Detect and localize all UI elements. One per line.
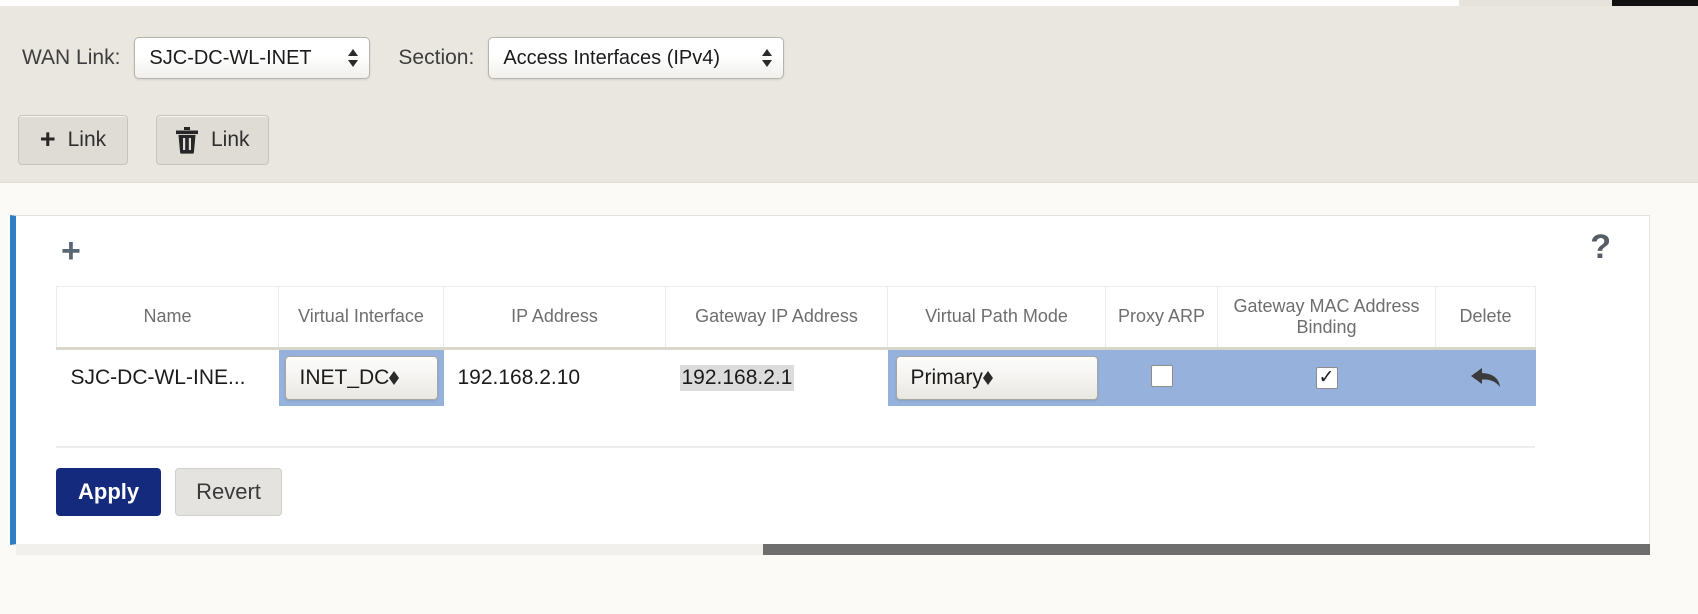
chevron-updown-icon <box>982 371 993 385</box>
bottom-band <box>0 562 1698 614</box>
selector-row: WAN Link: SJC-DC-WL-INET Section: Access… <box>0 32 1698 84</box>
section-select[interactable]: Access Interfaces (IPv4) <box>488 37 785 79</box>
cell-delete <box>1435 348 1536 406</box>
actions-divider <box>56 446 1535 448</box>
toolbar-region: WAN Link: SJC-DC-WL-INET Section: Access… <box>0 6 1698 183</box>
actions-row: Apply Revert <box>56 468 282 516</box>
gateway-mac-address-binding-checkbox[interactable]: ✓ <box>1315 366 1338 389</box>
checkmark-icon: ✓ <box>1318 366 1335 388</box>
cell-virtual-path-mode: Primary <box>887 348 1106 406</box>
column-header-gateway-ip-address[interactable]: Gateway IP Address <box>665 286 888 350</box>
help-icon[interactable]: ? <box>1590 230 1611 264</box>
chevron-updown-icon <box>761 45 772 71</box>
name-value: SJC-DC-WL-INE... <box>70 366 246 389</box>
cell-ip-address: 192.168.2.10 <box>443 348 666 406</box>
access-interfaces-table: Name Virtual Interface IP Address Gatewa… <box>56 286 1536 406</box>
ip-address-input[interactable]: 192.168.2.10 <box>443 350 666 406</box>
section-label: Section: <box>398 46 475 69</box>
add-link-button[interactable]: + Link <box>18 115 128 165</box>
delete-link-button-label: Link <box>211 128 250 151</box>
column-header-virtual-path-mode[interactable]: Virtual Path Mode <box>887 286 1106 350</box>
delete-link-button[interactable]: Link <box>156 115 269 165</box>
virtual-interface-select[interactable]: INET_DC <box>284 356 438 400</box>
wan-link-label: WAN Link: <box>22 46 121 69</box>
column-header-name[interactable]: Name <box>56 286 279 350</box>
column-header-ip-address[interactable]: IP Address <box>443 286 666 350</box>
panel-header-bar: + ? <box>16 216 1649 288</box>
virtual-path-mode-value: Primary <box>910 366 983 389</box>
gateway-ip-address-value: 192.168.2.1 <box>679 365 795 391</box>
plus-icon: + <box>39 123 56 154</box>
revert-button[interactable]: Revert <box>175 468 282 516</box>
table-header-row: Name Virtual Interface IP Address Gatewa… <box>56 286 1536 350</box>
chevron-updown-icon <box>347 45 358 71</box>
add-link-button-label: Link <box>67 128 107 151</box>
cell-name: SJC-DC-WL-INE... <box>56 348 279 406</box>
wan-link-select[interactable]: SJC-DC-WL-INET <box>134 37 371 79</box>
wan-link-select-value: SJC-DC-WL-INET <box>149 46 312 69</box>
link-button-row: + Link Link <box>0 114 1698 166</box>
proxy-arp-checkbox[interactable] <box>1150 364 1173 387</box>
column-header-proxy-arp[interactable]: Proxy ARP <box>1105 286 1218 350</box>
chevron-updown-icon <box>389 371 400 385</box>
apply-button[interactable]: Apply <box>56 468 162 516</box>
virtual-interface-value: INET_DC <box>299 366 390 389</box>
gateway-ip-address-input[interactable]: 192.168.2.1 <box>665 350 888 406</box>
horizontal-scrollbar-thumb[interactable] <box>763 544 1650 555</box>
trash-icon <box>175 126 199 154</box>
column-header-gateway-mac-address-binding[interactable]: Gateway MAC Address Binding <box>1217 286 1436 350</box>
add-row-icon[interactable]: + <box>61 234 81 268</box>
column-header-virtual-interface[interactable]: Virtual Interface <box>278 286 444 350</box>
access-interfaces-panel: + ? Name Virtual Interface IP Address Ga… <box>10 215 1650 545</box>
cell-gateway-mac-address-binding: ✓ <box>1217 348 1436 406</box>
table-row[interactable]: SJC-DC-WL-INE... INET_DC 192.168.2.10 19… <box>56 348 1536 406</box>
panel-background: + ? Name Virtual Interface IP Address Ga… <box>0 183 1698 614</box>
section-select-value: Access Interfaces (IPv4) <box>503 46 721 69</box>
cell-proxy-arp <box>1105 348 1218 406</box>
cell-gateway-ip-address: 192.168.2.1 <box>665 348 888 406</box>
name-input[interactable]: SJC-DC-WL-INE... <box>56 350 279 406</box>
cell-virtual-interface: INET_DC <box>278 348 444 406</box>
column-header-delete[interactable]: Delete <box>1435 286 1536 350</box>
ip-address-value: 192.168.2.10 <box>457 366 581 389</box>
virtual-path-mode-select[interactable]: Primary <box>895 356 1098 400</box>
undo-arrow-icon[interactable] <box>1436 365 1536 391</box>
